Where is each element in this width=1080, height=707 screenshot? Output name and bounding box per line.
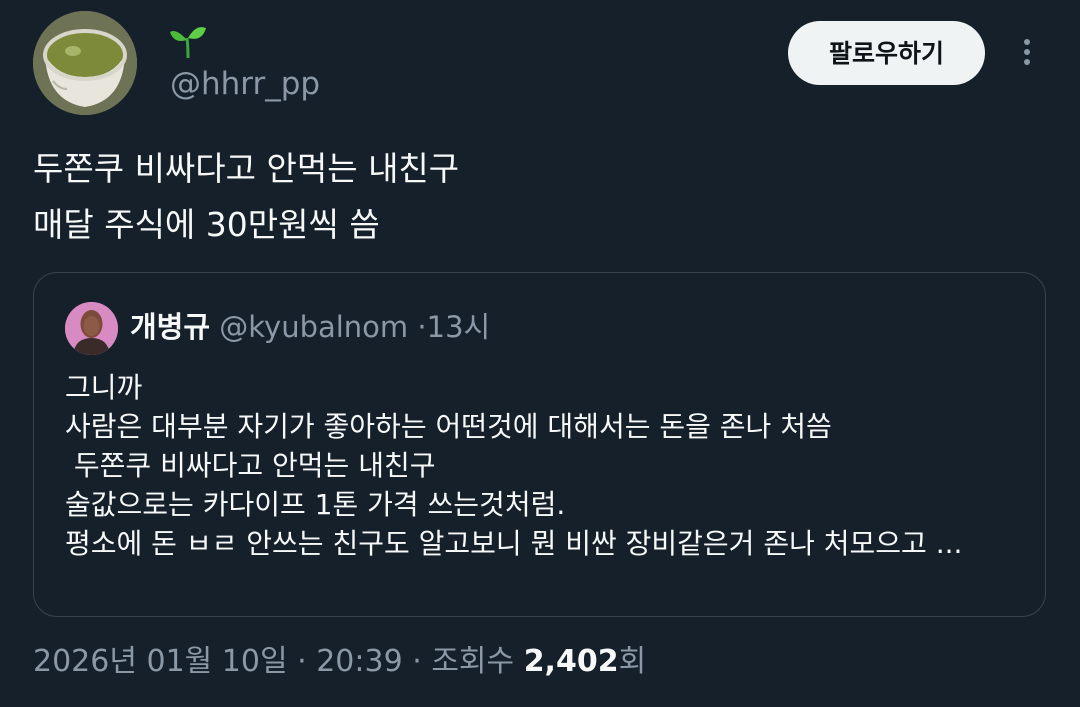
tweet-time[interactable]: 20:39 — [316, 644, 402, 679]
vertical-ellipsis-dot — [1024, 49, 1030, 55]
views-label: 조회수 — [431, 644, 515, 679]
quote-line: 평소에 돈 ㅂㄹ 안쓰는 친구도 알고보니 뭔 비싼 장비같은거 존나 처모으고… — [65, 527, 963, 560]
vertical-ellipsis-icon — [1024, 39, 1030, 45]
meta-separator: · — [412, 644, 422, 679]
quote-body: 그니까 사람은 대부분 자기가 좋아하는 어떤것에 대해서는 돈을 존나 처씀 … — [65, 368, 1045, 563]
author-avatar[interactable] — [33, 11, 137, 115]
sprout-icon — [168, 24, 208, 60]
author-handle[interactable]: @hhrr_pp — [170, 64, 320, 104]
views-count: 2,402 — [523, 644, 619, 679]
tweet-meta: 2026년 01월 10일 · 20:39 · 조회수 2,402회 — [33, 640, 646, 684]
quote-line: 두쫀쿠 비싸다고 안먹는 내친구 — [65, 449, 436, 482]
quote-header: 개병규 @kyubalnom ·13시 — [130, 305, 490, 349]
meta-separator: · — [297, 644, 307, 679]
quote-author-avatar[interactable] — [65, 302, 118, 355]
tweet-line: 두쫀쿠 비싸다고 안먹는 내친구 — [33, 149, 460, 188]
person-avatar-icon — [65, 302, 118, 355]
quote-author-name[interactable]: 개병규 — [130, 310, 210, 344]
tea-cup-avatar — [33, 11, 137, 115]
follow-button[interactable]: 팔로우하기 — [788, 21, 985, 85]
quote-timestamp[interactable]: 13시 — [427, 310, 491, 344]
tweet-line: 매달 주식에 30만원씩 씀 — [33, 205, 380, 244]
quote-line: 사람은 대부분 자기가 좋아하는 어떤것에 대해서는 돈을 존나 처씀 — [65, 410, 832, 443]
quote-separator: · — [417, 310, 427, 344]
more-options-button[interactable] — [1010, 35, 1044, 73]
quote-line: 술값으로는 카다이프 1톤 가격 쓰는것처럼. — [65, 488, 566, 521]
views-suffix: 회 — [618, 644, 647, 679]
quote-line: 그니까 — [65, 371, 143, 404]
vertical-ellipsis-dot — [1024, 59, 1030, 65]
tweet-date[interactable]: 2026년 01월 10일 — [33, 644, 288, 679]
tweet-text: 두쫀쿠 비싸다고 안먹는 내친구 매달 주식에 30만원씩 씀 — [33, 141, 1033, 253]
quote-author-handle[interactable]: @kyubalnom — [219, 310, 408, 344]
quoted-tweet-card[interactable]: 개병규 @kyubalnom ·13시 그니까 사람은 대부분 자기가 좋아하는… — [33, 272, 1046, 617]
